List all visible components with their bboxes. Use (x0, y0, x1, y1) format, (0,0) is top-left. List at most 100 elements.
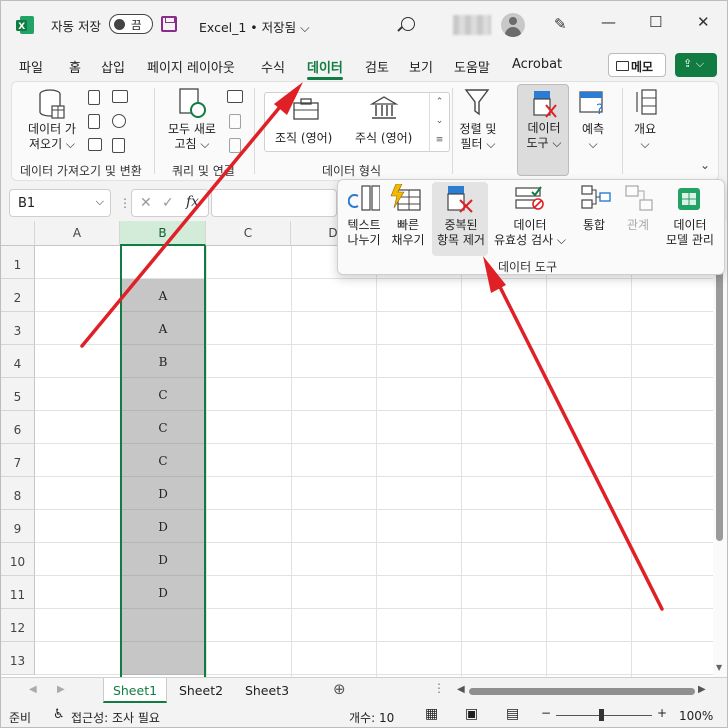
scroll-left-icon[interactable]: ◀ (457, 684, 465, 695)
selected-column-b (120, 246, 206, 677)
svg-text:?: ? (596, 102, 603, 118)
maximize-button[interactable]: ☐ (649, 13, 662, 31)
row-header[interactable]: 7 (1, 444, 35, 477)
group-get-transform-label: 데이터 가져오기 및 변환 (20, 164, 142, 178)
data-types-gallery[interactable]: 조직 (영어) 주식 (영어) ⌃ ⌄ ≡ (264, 92, 450, 152)
row-header[interactable]: 12 (1, 609, 35, 642)
memo-button[interactable]: 메모 (608, 53, 666, 77)
row-header[interactable]: 10 (1, 543, 35, 576)
row-header[interactable]: 4 (1, 345, 35, 378)
properties-icon[interactable] (229, 114, 241, 129)
edit-links-icon[interactable] (229, 138, 241, 153)
add-sheet-button[interactable]: ⊕ (333, 680, 346, 698)
search-icon[interactable] (401, 17, 415, 31)
tab-file[interactable]: 파일 (19, 57, 43, 76)
row-header[interactable]: 11 (1, 576, 35, 609)
group-data-types-label: 데이터 형식 (322, 164, 382, 178)
select-all-corner[interactable] (1, 221, 35, 246)
tab-home[interactable]: 홈 (69, 57, 81, 76)
row-header[interactable]: 9 (1, 510, 35, 543)
tab-view[interactable]: 보기 (409, 57, 433, 76)
row-header[interactable]: 3 (1, 312, 35, 345)
prev-sheet-icon[interactable]: ◀ (29, 684, 37, 695)
insert-function-button[interactable]: fx (186, 194, 199, 210)
forecast-button[interactable]: 예측 ⌵ (570, 122, 616, 152)
enter-icon[interactable]: ✓ (162, 195, 174, 211)
column-header-c[interactable]: C (206, 221, 291, 246)
from-table-icon[interactable] (88, 114, 100, 129)
tab-help[interactable]: 도움말 (454, 57, 490, 76)
queries-connections-icon[interactable] (227, 90, 243, 103)
sheet-tab-sheet3[interactable]: Sheet3 (237, 678, 297, 703)
sheet-tab-sheet1[interactable]: Sheet1 (103, 678, 167, 703)
flash-fill-button[interactable]: 빠른 채우기 (386, 218, 430, 248)
horizontal-scroll-thumb[interactable] (469, 688, 695, 695)
tab-page-layout[interactable]: 페이지 레이아웃 (147, 57, 235, 76)
scroll-right-icon[interactable]: ▶ (698, 684, 706, 695)
zoom-level[interactable]: 100% (679, 709, 713, 723)
zoom-slider-thumb[interactable] (599, 709, 604, 721)
formula-input[interactable] (211, 189, 337, 217)
next-sheet-icon[interactable]: ▶ (57, 684, 65, 695)
tab-data[interactable]: 데이터 (307, 57, 343, 80)
column-header-a[interactable]: A (35, 221, 120, 246)
relationships-button[interactable]: 관계 (618, 218, 658, 233)
normal-view-icon[interactable]: ▦ (425, 706, 438, 722)
tab-review[interactable]: 검토 (365, 57, 389, 76)
row-header[interactable]: 2 (1, 279, 35, 312)
tab-formulas[interactable]: 수식 (261, 57, 285, 76)
name-box[interactable]: B1 ⌵ (9, 189, 111, 217)
data-model-button[interactable]: 데이터 모델 관리 (660, 218, 720, 248)
sheet-tab-sheet2[interactable]: Sheet2 (171, 678, 231, 703)
existing-connections-icon[interactable] (88, 138, 102, 151)
status-count[interactable]: 개수: 10 (349, 709, 394, 726)
accessibility-icon[interactable]: ♿ (53, 707, 65, 722)
cancel-icon[interactable]: ✕ (140, 195, 152, 211)
tab-insert[interactable]: 삽입 (101, 57, 125, 76)
refresh-all-button[interactable]: 모두 새로 고침 ⌵ (162, 122, 222, 152)
zoom-in-icon[interactable]: + (657, 706, 667, 720)
tab-acrobat[interactable]: Acrobat (512, 57, 562, 72)
page-layout-view-icon[interactable]: ▣ (465, 706, 478, 722)
outline-button[interactable]: 개요 ⌵ (624, 122, 666, 152)
data-tools-button[interactable]: 데이터 도구 ⌵ (517, 84, 569, 176)
page-break-view-icon[interactable]: ▤ (506, 706, 519, 722)
organization-button[interactable]: 조직 (영어) (275, 131, 332, 146)
zoom-slider[interactable] (556, 715, 652, 716)
share-button[interactable]: ⇪ ⌵ (675, 53, 717, 77)
get-data-button[interactable]: 데이터 가 져오기 ⌵ (22, 122, 82, 152)
document-title[interactable]: Excel_1 • 저장됨 ⌵ (199, 17, 310, 36)
queries-icon[interactable] (112, 138, 125, 153)
from-text-icon[interactable] (88, 90, 100, 105)
stocks-button[interactable]: 주식 (영어) (355, 131, 412, 146)
column-header-b[interactable]: B (120, 221, 206, 246)
close-button[interactable]: ✕ (697, 13, 710, 31)
worksheet-grid[interactable]: A B C D 1 2 A 3 A 4 B 5 C 6 C 7 C 8 D 9 D 10 D 11 D 12 13 (1, 221, 713, 677)
zoom-out-icon[interactable]: − (541, 706, 551, 720)
text-to-columns-button[interactable]: 텍스트 나누기 (342, 218, 386, 248)
autosave-state: 끔 (131, 18, 142, 32)
recent-sources-icon[interactable] (112, 114, 126, 128)
data-validation-button[interactable]: 데이터 유효성 검사 ⌵ (490, 218, 570, 248)
avatar[interactable] (501, 13, 525, 37)
minimize-button[interactable]: — (601, 13, 616, 31)
more-sheets-icon[interactable]: ⋮ (433, 681, 445, 695)
row-header[interactable]: 6 (1, 411, 35, 444)
row-header[interactable]: 13 (1, 642, 35, 675)
save-icon[interactable] (161, 16, 177, 32)
scroll-down-icon[interactable]: ▼ (716, 663, 722, 672)
autosave-toggle[interactable]: 끔 (109, 14, 153, 34)
row-header[interactable]: 5 (1, 378, 35, 411)
row-header[interactable]: 1 (1, 246, 35, 279)
status-accessibility[interactable]: 접근성: 조사 필요 (71, 709, 160, 726)
vertical-scroll-thumb[interactable] (716, 251, 723, 541)
from-web-icon[interactable] (112, 90, 128, 103)
designer-pen-icon[interactable]: ✎ (554, 15, 567, 33)
collapse-ribbon-icon[interactable]: ⌄ (700, 158, 710, 172)
vertical-scrollbar[interactable]: ▲ ▼ (713, 221, 727, 677)
gallery-scroll[interactable]: ⌃ ⌄ ≡ (429, 93, 449, 151)
row-header[interactable]: 8 (1, 477, 35, 510)
consolidate-button[interactable]: 통합 (574, 218, 614, 233)
sort-filter-button[interactable]: 정렬 및 필터 ⌵ (452, 122, 504, 152)
remove-duplicates-button[interactable]: 중복된 항목 제거 (432, 218, 490, 248)
